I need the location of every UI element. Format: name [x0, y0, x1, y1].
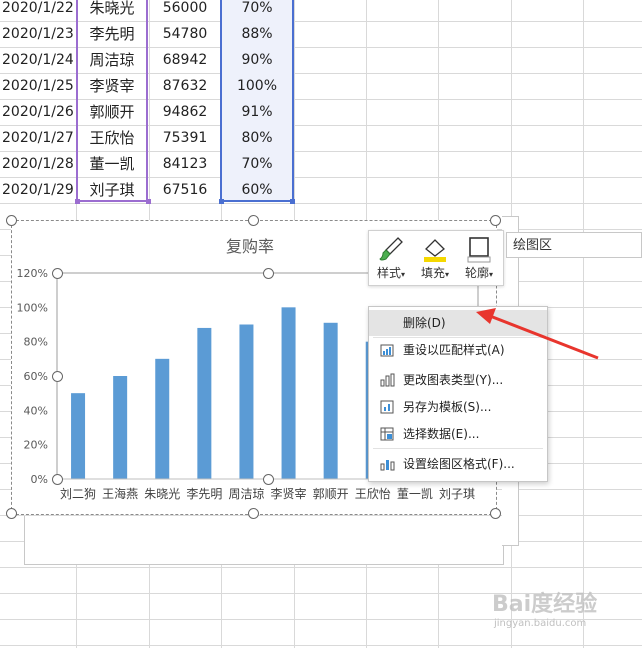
- date-cell[interactable]: 2020/1/27: [0, 126, 78, 151]
- table-row: 2020/1/22 朱晓光 56000 70%: [0, 0, 294, 21]
- pct-cell[interactable]: 91%: [222, 100, 292, 125]
- paint-bucket-icon: [424, 239, 446, 262]
- plot-area-handle[interactable]: [263, 474, 274, 485]
- menu-item-select-data[interactable]: 选择数据(E)...: [369, 421, 547, 447]
- name-cell[interactable]: 李贤宰: [76, 74, 148, 99]
- reset-style-icon: [380, 344, 394, 357]
- value-cell[interactable]: 87632: [150, 74, 220, 99]
- name-cell[interactable]: 郭顺开: [76, 100, 148, 125]
- table-row: 2020/1/25 李贤宰 87632 100%: [0, 74, 294, 99]
- context-menu: 删除(D) 重设以匹配样式(A) 更改图表类型(Y)... 另存为模板(S)..…: [368, 306, 548, 482]
- date-cell[interactable]: 2020/1/25: [0, 74, 78, 99]
- outline-button[interactable]: 轮廓▾: [459, 233, 499, 283]
- style-label: 样式: [376, 266, 401, 280]
- template-icon: [380, 400, 394, 414]
- date-cell[interactable]: 2020/1/29: [0, 178, 78, 203]
- name-cell[interactable]: 董一凯: [76, 152, 148, 177]
- chart-element-selector[interactable]: 绘图区: [506, 232, 642, 258]
- menu-item-delete[interactable]: 删除(D): [369, 310, 547, 336]
- value-cell[interactable]: 68942: [150, 48, 220, 73]
- style-button[interactable]: 样式▾: [371, 233, 411, 283]
- chart-type-icon: [380, 373, 395, 387]
- value-cell[interactable]: 67516: [150, 178, 220, 203]
- plot-area-handle[interactable]: [52, 268, 63, 279]
- chart-title[interactable]: 复购率: [226, 233, 274, 257]
- date-cell[interactable]: 2020/1/28: [0, 152, 78, 177]
- select-data-icon: [380, 427, 394, 441]
- chart-shadow-bottom: [24, 516, 504, 565]
- pct-cell[interactable]: 100%: [222, 74, 292, 99]
- brush-icon: [379, 237, 403, 261]
- table-row: 2020/1/27 王欣怡 75391 80%: [0, 126, 294, 151]
- menu-item-label: 删除(D): [403, 316, 446, 330]
- table-row: 2020/1/28 董一凯 84123 70%: [0, 152, 294, 177]
- value-cell[interactable]: 84123: [150, 152, 220, 177]
- name-cell[interactable]: 周洁琼: [76, 48, 148, 73]
- chart-resize-handle[interactable]: [490, 215, 501, 226]
- format-area-icon: [380, 460, 395, 471]
- value-cell[interactable]: 54780: [150, 22, 220, 47]
- chart-resize-handle[interactable]: [490, 508, 501, 519]
- chart-resize-handle[interactable]: [248, 508, 259, 519]
- pct-cell[interactable]: 90%: [222, 48, 292, 73]
- menu-item-label: 更改图表类型(Y)...: [403, 373, 504, 387]
- menu-item-label: 设置绘图区格式(F)...: [403, 457, 515, 471]
- chart-resize-handle[interactable]: [248, 215, 259, 226]
- value-cell[interactable]: 94862: [150, 100, 220, 125]
- chart-resize-handle[interactable]: [6, 215, 17, 226]
- menu-item-label: 选择数据(E)...: [403, 427, 480, 441]
- chart-resize-handle[interactable]: [6, 508, 17, 519]
- plot-area-handle[interactable]: [52, 371, 63, 382]
- pct-cell[interactable]: 88%: [222, 22, 292, 47]
- date-cell[interactable]: 2020/1/26: [0, 100, 78, 125]
- menu-item-label: 另存为模板(S)...: [403, 400, 492, 414]
- table-row: 2020/1/24 周洁琼 68942 90%: [0, 48, 294, 73]
- menu-item-format-plot-area[interactable]: 设置绘图区格式(F)...: [369, 451, 547, 477]
- pct-cell[interactable]: 70%: [222, 0, 292, 21]
- table-row: 2020/1/26 郭顺开 94862 91%: [0, 100, 294, 125]
- value-cell[interactable]: 75391: [150, 126, 220, 151]
- menu-separator: [373, 448, 543, 449]
- value-cell[interactable]: 56000: [150, 0, 220, 21]
- outline-icon: [467, 237, 491, 263]
- pct-cell[interactable]: 70%: [222, 152, 292, 177]
- pct-cell[interactable]: 80%: [222, 126, 292, 151]
- menu-item-label: 重设以匹配样式(A): [403, 343, 505, 357]
- fill-label: 填充: [420, 266, 445, 280]
- table-row: 2020/1/23 李先明 54780 88%: [0, 22, 294, 47]
- watermark-logo: Bai度经验: [492, 592, 598, 617]
- plot-area-handle[interactable]: [263, 268, 274, 279]
- menu-item-change-chart-type[interactable]: 更改图表类型(Y)...: [369, 367, 547, 393]
- menu-item-save-template[interactable]: 另存为模板(S)...: [369, 394, 547, 420]
- menu-item-reset-style[interactable]: 重设以匹配样式(A): [369, 337, 547, 363]
- plot-area-handle[interactable]: [52, 474, 63, 485]
- date-cell[interactable]: 2020/1/24: [0, 48, 78, 73]
- date-cell[interactable]: 2020/1/23: [0, 22, 78, 47]
- table-row: 2020/1/29 刘子琪 67516 60%: [0, 178, 294, 203]
- name-cell[interactable]: 李先明: [76, 22, 148, 47]
- name-cell[interactable]: 朱晓光: [76, 0, 148, 21]
- name-cell[interactable]: 王欣怡: [76, 126, 148, 151]
- name-cell[interactable]: 刘子琪: [76, 178, 148, 203]
- pct-cell[interactable]: 60%: [222, 178, 292, 203]
- fill-button[interactable]: 填充▾: [415, 233, 455, 283]
- watermark-url: jingyan.baidu.com: [494, 618, 587, 629]
- date-cell[interactable]: 2020/1/22: [0, 0, 78, 21]
- outline-label: 轮廓: [464, 266, 489, 280]
- chart-format-toolbar: 样式▾ 填充▾ 轮廓▾: [368, 230, 504, 286]
